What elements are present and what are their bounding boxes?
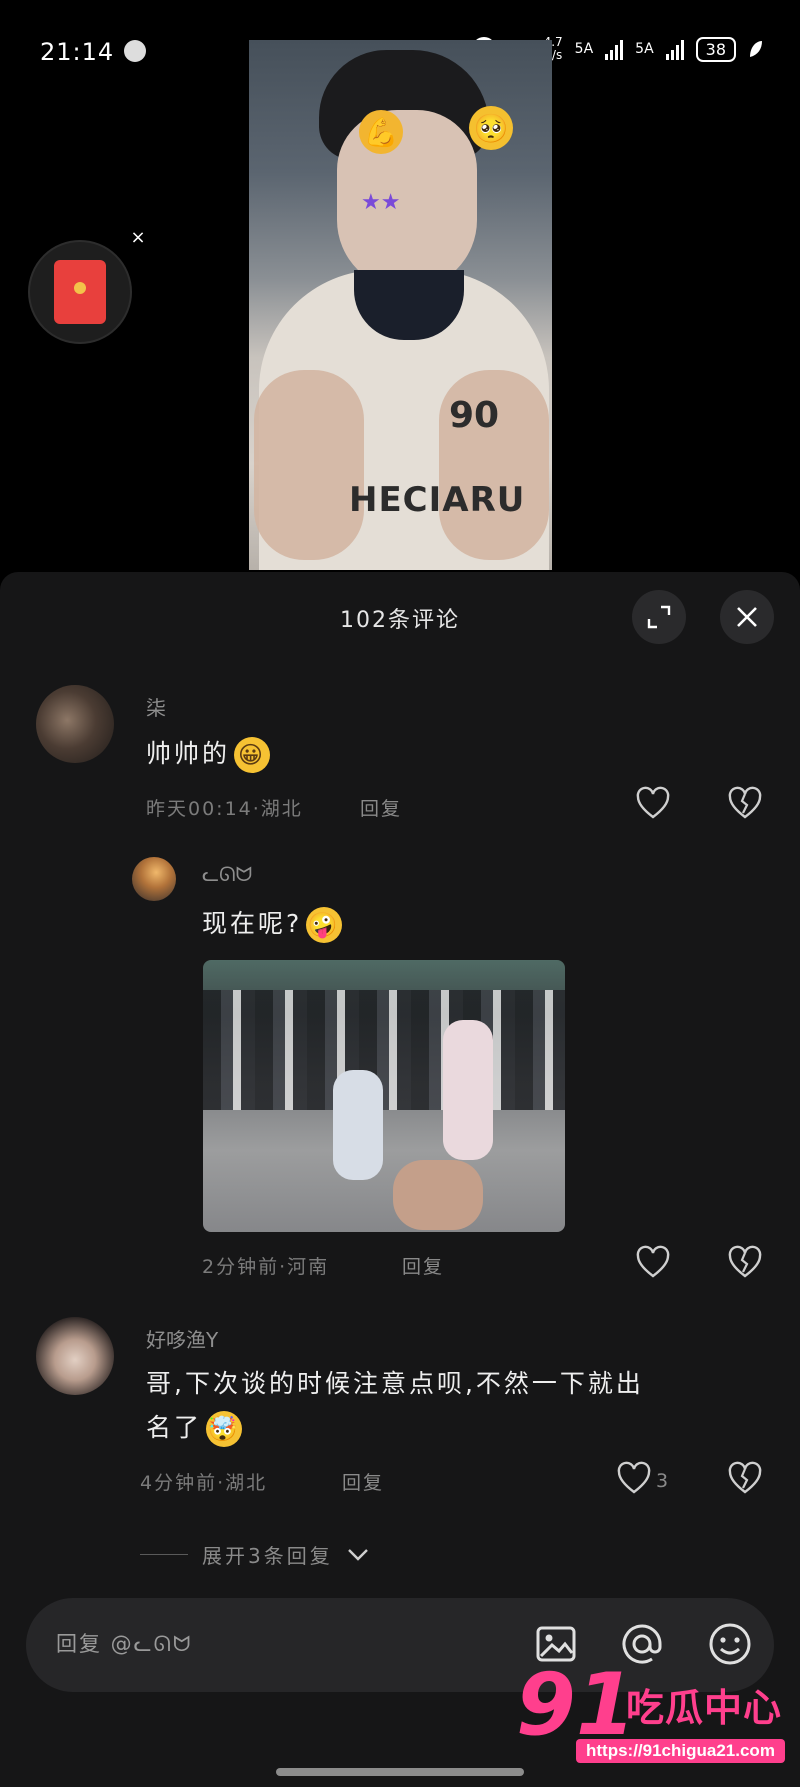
comment-username[interactable]: 好哆渔Y (146, 1324, 218, 1353)
comment-meta: 昨天00:14·湖北 (146, 798, 303, 820)
leaf-icon (750, 41, 762, 57)
grinning-face-emoji-icon: 😀 (234, 737, 271, 773)
reply-input-placeholder[interactable]: 回复 @ᓚᘏᗢ (56, 1628, 192, 1658)
reply-attached-photo[interactable] (203, 960, 565, 1232)
comment-username[interactable]: 柒 (146, 692, 166, 721)
comment-meta: 4分钟前·湖北 (140, 1472, 268, 1494)
broken-heart-icon[interactable] (727, 1461, 763, 1497)
shirt-number: 90 (449, 395, 500, 436)
photo-person (393, 1160, 483, 1230)
broken-heart-icon[interactable] (727, 1245, 763, 1281)
chevron-down-icon (347, 1548, 368, 1561)
reply-username[interactable]: ᓚᘏᗢ (202, 862, 252, 886)
zany-face-emoji-icon: 🤪 (306, 907, 343, 943)
heart-icon[interactable] (635, 1245, 671, 1281)
sim1-label: 5A (574, 41, 594, 57)
video-player[interactable]: 90 HECIARU ★★ 💪 🥺 (249, 40, 552, 570)
signal-icon (665, 38, 684, 60)
signal-icon (605, 38, 624, 60)
reply-button[interactable]: 回复 (360, 794, 402, 821)
notification-icon (124, 40, 146, 62)
expand-replies-button[interactable]: 展开3条回复 (140, 1540, 369, 1569)
flexed-biceps-sticker-icon: 💪 (359, 110, 403, 154)
avatar[interactable] (36, 685, 114, 763)
comment-text: 帅帅的 😀 (146, 732, 271, 776)
comment-text: 哥,下次谈的时候注意点呗,不然一下就出 名了 🤯 (146, 1362, 766, 1450)
close-panel-button[interactable] (720, 590, 774, 644)
heart-icon[interactable] (616, 1461, 652, 1497)
home-indicator[interactable] (276, 1768, 524, 1776)
video-subject-face (337, 110, 477, 290)
like-count: 3 (656, 1470, 669, 1492)
watermark-url: https://91chigua21.com (576, 1739, 785, 1763)
status-time: 21:14 (40, 38, 115, 66)
avatar[interactable] (36, 1317, 114, 1395)
expand-icon (647, 605, 671, 629)
heart-icon[interactable] (635, 786, 671, 822)
sim2-label: 5A (635, 41, 654, 57)
reply-button[interactable]: 回复 (342, 1468, 384, 1495)
video-subject-hand-left (254, 370, 364, 560)
star-stickers-icon: ★★ (361, 190, 401, 215)
close-icon (737, 607, 757, 627)
expand-panel-button[interactable] (632, 590, 686, 644)
site-watermark-logo: 91 吃瓜中心 https://91chigua21.com (516, 1655, 796, 1775)
photo-person (443, 1020, 493, 1160)
watermark-name: 吃瓜中心 (626, 1686, 783, 1730)
expand-replies-label: 展开3条回复 (202, 1544, 333, 1568)
reply-button[interactable]: 回复 (402, 1252, 444, 1279)
exploding-head-emoji-icon: 🤯 (206, 1411, 243, 1447)
shirt-text: HECIARU (349, 480, 526, 520)
red-packet-close-icon[interactable]: × (128, 228, 148, 248)
divider (140, 1554, 188, 1555)
pleading-face-sticker-icon: 🥺 (469, 106, 513, 150)
red-packet-button[interactable] (28, 240, 132, 344)
avatar[interactable] (132, 857, 176, 901)
photo-crowd (203, 990, 565, 1110)
photo-person (333, 1070, 383, 1180)
battery-indicator: 38 (695, 36, 736, 62)
reply-meta: 2分钟前·河南 (202, 1256, 330, 1278)
red-envelope-icon (54, 260, 106, 324)
broken-heart-icon[interactable] (727, 786, 763, 822)
reply-text: 现在呢? 🤪 (202, 902, 343, 946)
